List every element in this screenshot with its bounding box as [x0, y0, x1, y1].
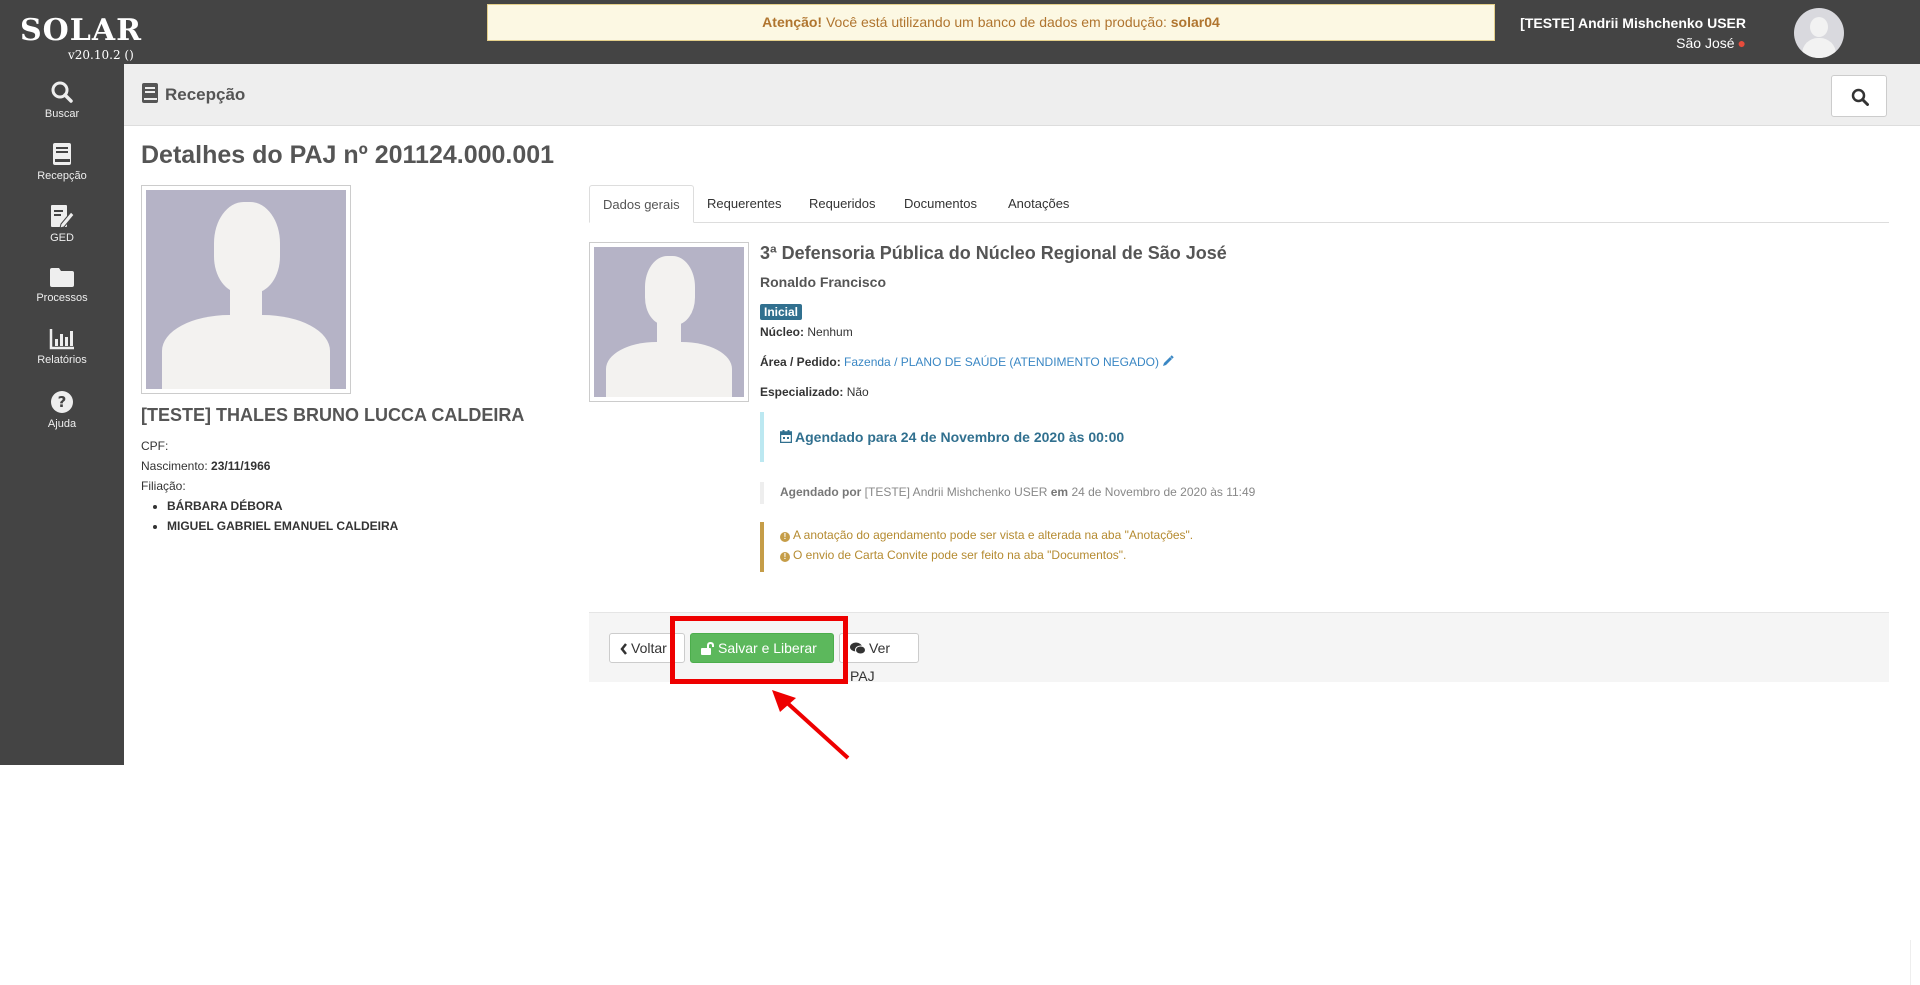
highlight-box — [670, 616, 848, 684]
scheduled-by-callout: Agendado por [TESTE] Andrii Mishchenko U… — [760, 482, 1300, 504]
alert-prefix: Atenção! — [762, 14, 823, 30]
top-bar: SOLAR v20.10.2 () Atenção! Você está uti… — [0, 0, 1920, 64]
defender-photo — [589, 242, 749, 402]
comments-icon — [850, 642, 866, 655]
tab-dados-gerais[interactable]: Dados gerais — [589, 185, 694, 223]
alert-database: solar04 — [1170, 14, 1220, 30]
book-icon — [142, 83, 158, 103]
specialized-line: Especializado: Não — [760, 385, 869, 399]
filiation-line: Filiação: — [141, 479, 186, 493]
area-line: Área / Pedido: Fazenda / PLANO DE SAÚDE … — [760, 355, 1175, 369]
sidebar: Buscar Recepção GED Processos Relatórios… — [0, 64, 124, 765]
area-link[interactable]: Fazenda / PLANO DE SAÚDE (ATENDIMENTO NE… — [844, 355, 1159, 369]
sidebar-item-label: Processos — [36, 292, 88, 304]
sidebar-item-processos[interactable]: Processos — [0, 266, 124, 304]
user-location-label: São José — [1676, 35, 1735, 51]
question-icon: ? — [51, 391, 73, 413]
avatar[interactable] — [1794, 8, 1844, 58]
user-location[interactable]: São José ● — [1676, 35, 1746, 51]
sidebar-item-recepcao[interactable]: Recepção — [0, 142, 124, 182]
header-title: Recepção — [141, 83, 245, 105]
sidebar-item-buscar[interactable]: Buscar — [0, 80, 124, 120]
note-line: ! A anotação do agendamento pode ser vist… — [780, 528, 1193, 542]
production-alert: Atenção! Você está utilizando um banco d… — [487, 4, 1495, 41]
detail-tabs: Dados gerais Requerentes Requeridos Docu… — [589, 185, 1889, 223]
tab-anotacoes[interactable]: Anotações — [995, 185, 1082, 223]
header-title-label: Recepção — [165, 85, 246, 104]
tab-documentos[interactable]: Documentos — [891, 185, 990, 223]
schedule-callout: Agendado para 24 de Novembro de 2020 às … — [760, 412, 1300, 462]
annotation-arrow — [772, 690, 850, 760]
chevron-left-icon — [620, 643, 627, 655]
sidebar-item-ajuda[interactable]: ? Ajuda — [0, 390, 124, 430]
notes-callout: ! A anotação do agendamento pode ser vist… — [760, 522, 1300, 572]
status-badge: Inicial — [760, 304, 803, 320]
sidebar-item-label: Relatórios — [37, 354, 87, 366]
view-paj-button[interactable]: Ver PAJ — [839, 633, 919, 684]
folder-icon — [50, 268, 74, 287]
schedule-text: Agendado para 24 de Novembro de 2020 às … — [795, 429, 1125, 445]
tab-requerentes[interactable]: Requerentes — [694, 185, 794, 223]
sidebar-item-label: Ajuda — [47, 418, 77, 430]
person-name: [TESTE] THALES BRUNO LUCCA CALDEIRA — [141, 405, 525, 425]
sidebar-item-label: Buscar — [44, 108, 80, 120]
nucleo-line: Núcleo: Nenhum — [760, 325, 853, 339]
list-item: MIGUEL GABRIEL EMANUEL CALDEIRA — [167, 516, 398, 536]
book-icon — [53, 143, 71, 165]
cpf-line: CPF: — [141, 439, 169, 453]
page-title: Detalhes do PAJ nº 201124.000.001 — [141, 141, 555, 169]
svg-text:?: ? — [58, 393, 67, 411]
app-logo[interactable]: SOLAR — [20, 16, 142, 46]
exclamation-icon: ! — [780, 552, 790, 562]
alert-message: Você está utilizando um banco de dados e… — [825, 14, 1167, 30]
tab-requeridos[interactable]: Requeridos — [796, 185, 889, 223]
search-icon — [51, 81, 73, 103]
search-icon — [1851, 88, 1869, 106]
sidebar-item-relatorios[interactable]: Relatórios — [0, 328, 124, 366]
note-line: ! O envio de Carta Convite pode ser feito… — [780, 548, 1126, 562]
app-version: v20.10.2 () — [68, 48, 134, 62]
person-info: CPF: Nascimento: 23/11/1966 Filiação: BÁ… — [141, 436, 398, 536]
content-header: Recepção — [124, 64, 1920, 126]
office-title: 3ª Defensoria Pública do Núcleo Regional… — [760, 243, 1227, 263]
pencil-icon[interactable] — [1162, 355, 1175, 367]
header-search-button[interactable] — [1831, 75, 1887, 117]
edit-document-icon — [51, 205, 75, 228]
user-name[interactable]: [TESTE] Andrii Mishchenko USER — [1520, 15, 1746, 31]
sidebar-item-ged[interactable]: GED — [0, 204, 124, 244]
exclamation-icon: ! — [780, 532, 790, 542]
map-pin-icon: ● — [1737, 35, 1746, 51]
calendar-icon — [779, 430, 793, 444]
scrollbar[interactable] — [1910, 940, 1920, 985]
bar-chart-icon — [49, 329, 74, 350]
sidebar-item-label: GED — [50, 232, 74, 244]
parents-list: BÁRBARA DÉBORA MIGUEL GABRIEL EMANUEL CA… — [167, 496, 398, 536]
person-photo — [141, 185, 351, 394]
sidebar-item-label: Recepção — [37, 170, 87, 182]
birth-line: Nascimento: 23/11/1966 — [141, 459, 271, 473]
defender-name: Ronaldo Francisco — [760, 274, 887, 290]
list-item: BÁRBARA DÉBORA — [167, 496, 398, 516]
